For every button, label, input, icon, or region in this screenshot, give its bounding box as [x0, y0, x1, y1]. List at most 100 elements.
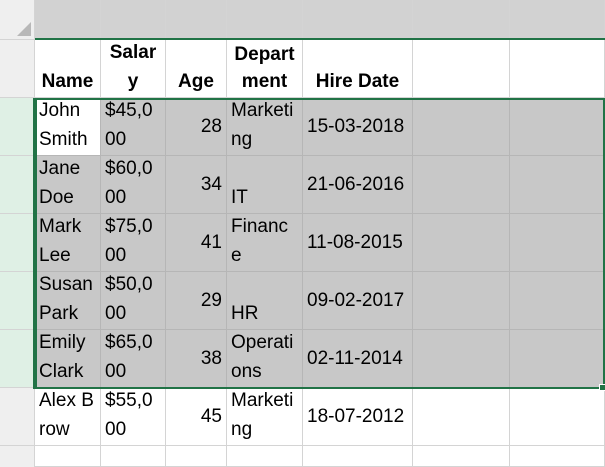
cell-e3[interactable]: 21-06-2016 — [303, 156, 413, 214]
row-header-3[interactable] — [0, 156, 35, 214]
cell-a2[interactable]: John Smith — [35, 98, 101, 156]
cell-a8[interactable] — [35, 446, 101, 467]
cell-e5[interactable]: 09-02-2017 — [303, 272, 413, 330]
row-header-5[interactable] — [0, 272, 35, 330]
cell-e7[interactable]: 18-07-2012 — [303, 388, 413, 446]
cell-f7[interactable] — [413, 388, 510, 446]
cell-g1[interactable] — [510, 40, 605, 98]
column-header-f[interactable] — [413, 0, 510, 40]
row-header-6[interactable] — [0, 330, 35, 388]
cell-c4[interactable]: 41 — [166, 214, 227, 272]
cell-f5[interactable] — [413, 272, 510, 330]
cell-g7[interactable] — [510, 388, 605, 446]
cell-f8[interactable] — [413, 446, 510, 467]
cell-c2[interactable]: 28 — [166, 98, 227, 156]
column-header-b[interactable] — [101, 0, 166, 40]
spreadsheet-grid[interactable]: Name Salary Age Depart ment Hire Date John Sm… — [0, 0, 605, 467]
cell-b8[interactable] — [101, 446, 166, 467]
cell-e4[interactable]: 11-08-2015 — [303, 214, 413, 272]
cell-c5[interactable]: 29 — [166, 272, 227, 330]
cell-f6[interactable] — [413, 330, 510, 388]
cell-value: $75,000 — [105, 216, 153, 266]
cell-d2[interactable]: Marketing — [227, 98, 303, 156]
cell-d1[interactable]: Depart ment — [227, 40, 303, 98]
cell-e2[interactable]: 15-03-2018 — [303, 98, 413, 156]
cell-e1[interactable]: Hire Date — [303, 40, 413, 98]
cell-a5[interactable]: Susan Park — [35, 272, 101, 330]
row-header-8[interactable] — [0, 446, 35, 467]
cell-f3[interactable] — [413, 156, 510, 214]
cell-value: $45,000 — [105, 100, 153, 150]
cell-b2[interactable]: $45,000 — [101, 98, 166, 156]
row-header-4[interactable] — [0, 214, 35, 272]
cell-d7[interactable]: Marketing — [227, 388, 303, 446]
cell-c8[interactable] — [166, 446, 227, 467]
cell-value: 41 — [200, 231, 222, 253]
cell-value: Susan Park — [39, 274, 93, 324]
row-header-2[interactable] — [0, 98, 35, 156]
cell-value: HR — [231, 303, 259, 324]
cell-b6[interactable]: $65,000 — [101, 330, 166, 388]
cell-c1[interactable]: Age — [166, 40, 227, 98]
cell-g3[interactable] — [510, 156, 605, 214]
cell-g5[interactable] — [510, 272, 605, 330]
cell-value: Finance — [231, 216, 289, 266]
cell-d3[interactable]: IT — [227, 156, 303, 214]
cell-value: 29 — [200, 289, 222, 311]
cell-value: 38 — [200, 347, 222, 369]
column-header-g[interactable] — [510, 0, 605, 40]
select-all-triangle-icon — [17, 22, 31, 36]
cell-g4[interactable] — [510, 214, 605, 272]
cell-b1[interactable]: Salary — [101, 40, 166, 98]
column-header-e[interactable] — [303, 0, 413, 40]
cell-f2[interactable] — [413, 98, 510, 156]
cell-d4[interactable]: Finance — [227, 214, 303, 272]
cell-value: Name — [41, 71, 94, 92]
row-header-7[interactable] — [0, 388, 35, 446]
cell-value: Depart ment — [234, 44, 295, 92]
cell-value: Hire Date — [315, 71, 400, 92]
cell-e6[interactable]: 02-11-2014 — [303, 330, 413, 388]
cell-g2[interactable] — [510, 98, 605, 156]
select-all-corner[interactable] — [0, 0, 35, 40]
cell-b3[interactable]: $60,000 — [101, 156, 166, 214]
cell-e8[interactable] — [303, 446, 413, 467]
cell-d6[interactable]: Operations — [227, 330, 303, 388]
row-header-1[interactable] — [0, 40, 35, 98]
cell-value: John Smith — [39, 100, 88, 150]
cell-value: 11-08-2015 — [307, 231, 403, 253]
cell-value: Marketing — [231, 390, 294, 440]
cell-value: IT — [231, 187, 248, 208]
cell-g6[interactable] — [510, 330, 605, 388]
cell-value: 02-11-2014 — [307, 347, 403, 369]
cell-value: 21-06-2016 — [307, 173, 405, 195]
cell-b5[interactable]: $50,000 — [101, 272, 166, 330]
fill-handle[interactable] — [599, 384, 605, 391]
cell-c7[interactable]: 45 — [166, 388, 227, 446]
column-header-c[interactable] — [166, 0, 227, 40]
column-header-a[interactable] — [35, 0, 101, 40]
cell-a3[interactable]: Jane Doe — [35, 156, 101, 214]
cell-value: 15-03-2018 — [307, 115, 405, 137]
cell-d5[interactable]: HR — [227, 272, 303, 330]
column-header-d[interactable] — [227, 0, 303, 40]
cell-value: $55,000 — [105, 390, 153, 440]
cell-a6[interactable]: Emily Clark — [35, 330, 101, 388]
cell-a4[interactable]: Mark Lee — [35, 214, 101, 272]
cell-f1[interactable] — [413, 40, 510, 98]
column-header-selection-line — [35, 38, 605, 40]
cell-value: 34 — [200, 173, 222, 195]
cell-value: Mark Lee — [39, 216, 82, 266]
cell-value: Marketing — [231, 100, 294, 150]
cell-c6[interactable]: 38 — [166, 330, 227, 388]
cell-a7[interactable]: Alex Brow — [35, 388, 101, 446]
cell-b4[interactable]: $75,000 — [101, 214, 166, 272]
cell-a1[interactable]: Name — [35, 40, 101, 98]
cell-value: Alex Brow — [39, 390, 94, 440]
cell-c3[interactable]: 34 — [166, 156, 227, 214]
cell-g8[interactable] — [510, 446, 605, 467]
cell-f4[interactable] — [413, 214, 510, 272]
cell-d8[interactable] — [227, 446, 303, 467]
cell-b7[interactable]: $55,000 — [101, 388, 166, 446]
cell-value: $65,000 — [105, 332, 153, 382]
